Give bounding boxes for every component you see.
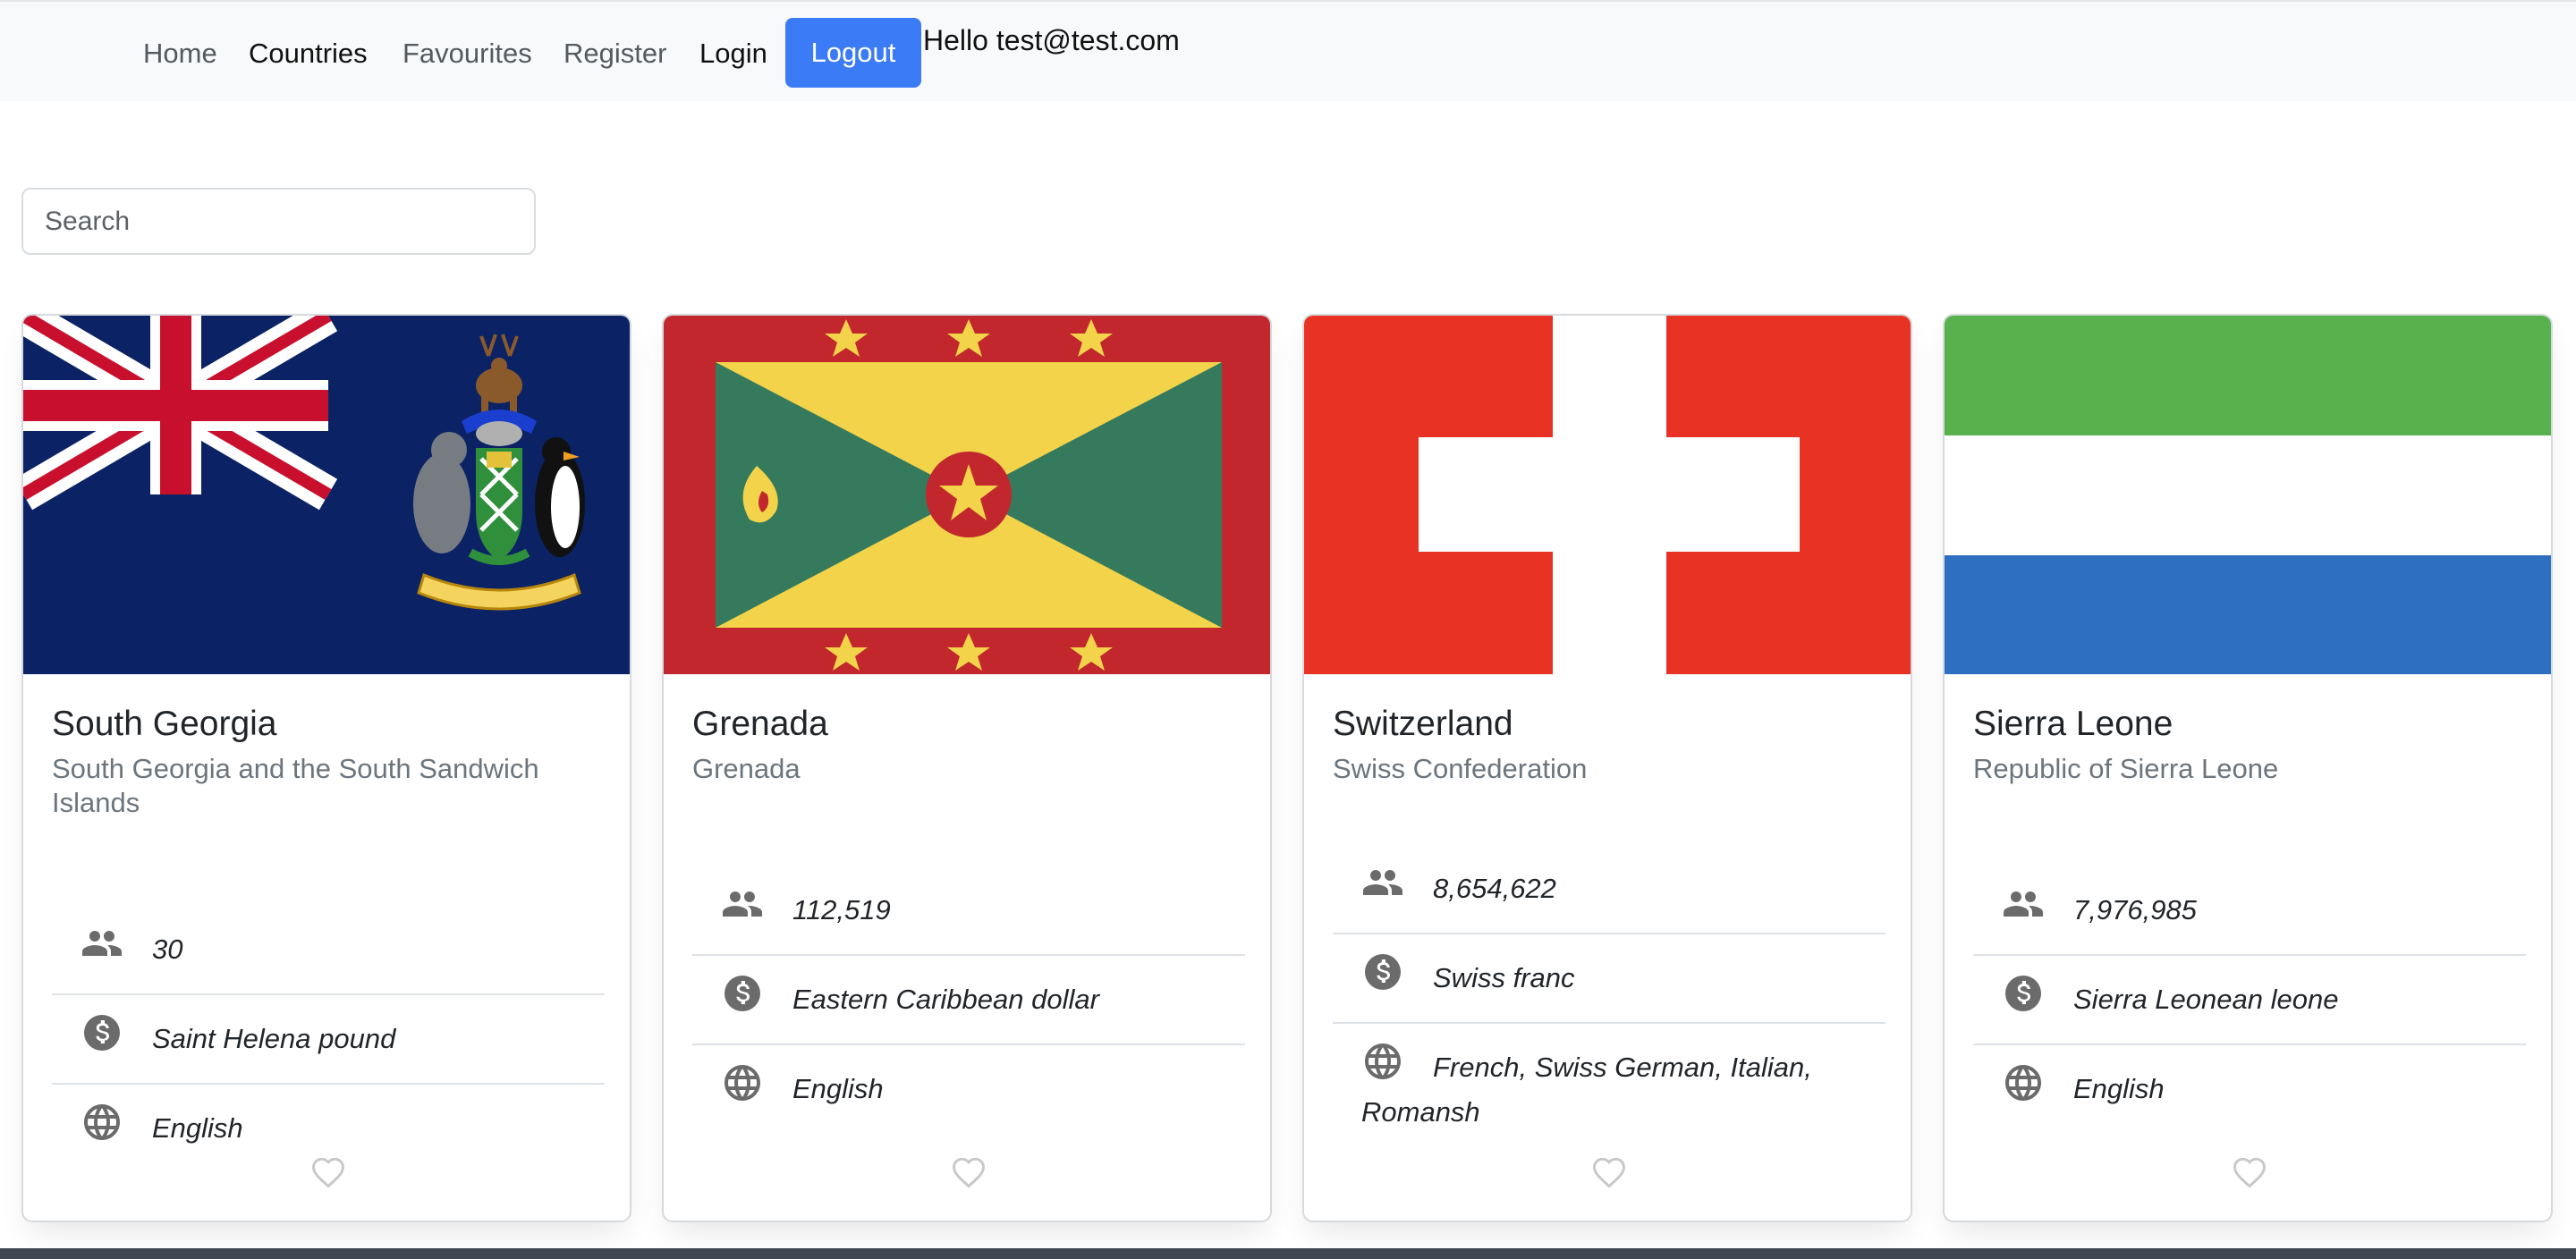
user-greeting: Hello test@test.com <box>923 24 1180 56</box>
nav-register-link[interactable]: Register <box>564 38 666 70</box>
languages-row: English <box>692 1045 1245 1133</box>
currency-row: Sierra Leonean leone <box>1973 956 2526 1045</box>
country-details: 30 Saint Helena pound English <box>52 906 605 1172</box>
people-icon <box>1361 861 1404 904</box>
nav-home-link[interactable]: Home <box>143 38 217 70</box>
population-value: 7,976,985 <box>2073 894 2197 925</box>
navbar: Home Countries Favourites Register Login… <box>0 0 2576 101</box>
favourite-heart-icon[interactable] <box>949 1153 988 1192</box>
dollar-icon <box>1361 951 1404 993</box>
people-icon <box>721 883 764 925</box>
country-official-name: Swiss Confederation <box>1333 753 1588 784</box>
nav-login-link[interactable]: Login <box>699 38 767 70</box>
languages-value: English <box>2073 1073 2165 1104</box>
globe-icon <box>721 1061 764 1104</box>
country-official-name: South Georgia and the South Sandwich Isl… <box>52 753 539 818</box>
nav-favourites-link[interactable]: Favourites <box>402 38 532 70</box>
languages-value: English <box>152 1112 243 1144</box>
country-name: Grenada <box>692 705 828 743</box>
currency-row: Eastern Caribbean dollar <box>692 956 1245 1045</box>
dollar-icon <box>721 972 764 1015</box>
languages-row: English <box>1973 1045 2526 1133</box>
population-row: 7,976,985 <box>1973 866 2526 956</box>
currency-value: Saint Helena pound <box>152 1023 396 1054</box>
country-official-name: Grenada <box>692 753 801 784</box>
globe-icon <box>1361 1040 1404 1083</box>
population-value: 30 <box>152 934 183 965</box>
globe-icon <box>2002 1061 2045 1104</box>
currency-row: Saint Helena pound <box>52 995 605 1085</box>
people-icon <box>80 922 123 965</box>
country-name: Switzerland <box>1333 705 1513 743</box>
languages-row: French, Swiss German, Italian, Romansh <box>1333 1024 1885 1156</box>
logout-button[interactable]: Logout <box>785 18 921 88</box>
country-card-grenada: Grenada Grenada 112,519 Eastern Caribbea… <box>662 314 1272 1222</box>
country-details: 7,976,985 Sierra Leonean leone English <box>1973 866 2526 1133</box>
country-card-switzerland: Switzerland Swiss Confederation 8,654,62… <box>1302 314 1912 1222</box>
dollar-icon <box>80 1011 123 1054</box>
favourite-heart-icon[interactable] <box>1589 1153 1629 1192</box>
country-details: 8,654,622 Swiss franc French, Swiss Germ… <box>1333 845 1885 1156</box>
sierra-leone-flag <box>1945 316 2551 674</box>
languages-value: English <box>792 1073 884 1104</box>
search-input[interactable] <box>21 188 536 255</box>
languages-value: French, Swiss German, Italian, Romansh <box>1361 1052 1812 1128</box>
nav-countries-link[interactable]: Countries <box>249 38 368 70</box>
globe-icon <box>80 1101 123 1144</box>
country-name: Sierra Leone <box>1973 705 2174 743</box>
people-icon <box>2002 883 2045 925</box>
south-georgia-flag <box>23 316 630 674</box>
population-row: 30 <box>52 906 605 995</box>
dollar-icon <box>2002 972 2045 1015</box>
country-card-sierra-leone: Sierra Leone Republic of Sierra Leone 7,… <box>1943 314 2553 1222</box>
population-row: 8,654,622 <box>1333 845 1885 934</box>
currency-value: Sierra Leonean leone <box>2073 984 2339 1015</box>
country-name: South Georgia <box>52 705 277 743</box>
population-value: 112,519 <box>792 894 891 925</box>
currency-value: Eastern Caribbean dollar <box>792 984 1099 1015</box>
grenada-flag <box>664 316 1270 674</box>
country-official-name: Republic of Sierra Leone <box>1973 753 2279 784</box>
favourite-heart-icon[interactable] <box>309 1153 348 1192</box>
window-bottom-edge <box>0 1248 2576 1259</box>
population-row: 112,519 <box>692 866 1245 956</box>
population-value: 8,654,622 <box>1433 873 1556 904</box>
currency-value: Swiss franc <box>1433 962 1575 993</box>
favourite-heart-icon[interactable] <box>2230 1153 2269 1192</box>
country-card-south-georgia: South Georgia South Georgia and the Sout… <box>21 314 631 1222</box>
switzerland-flag <box>1304 316 1911 674</box>
currency-row: Swiss franc <box>1333 934 1885 1024</box>
country-details: 112,519 Eastern Caribbean dollar English <box>692 866 1245 1133</box>
